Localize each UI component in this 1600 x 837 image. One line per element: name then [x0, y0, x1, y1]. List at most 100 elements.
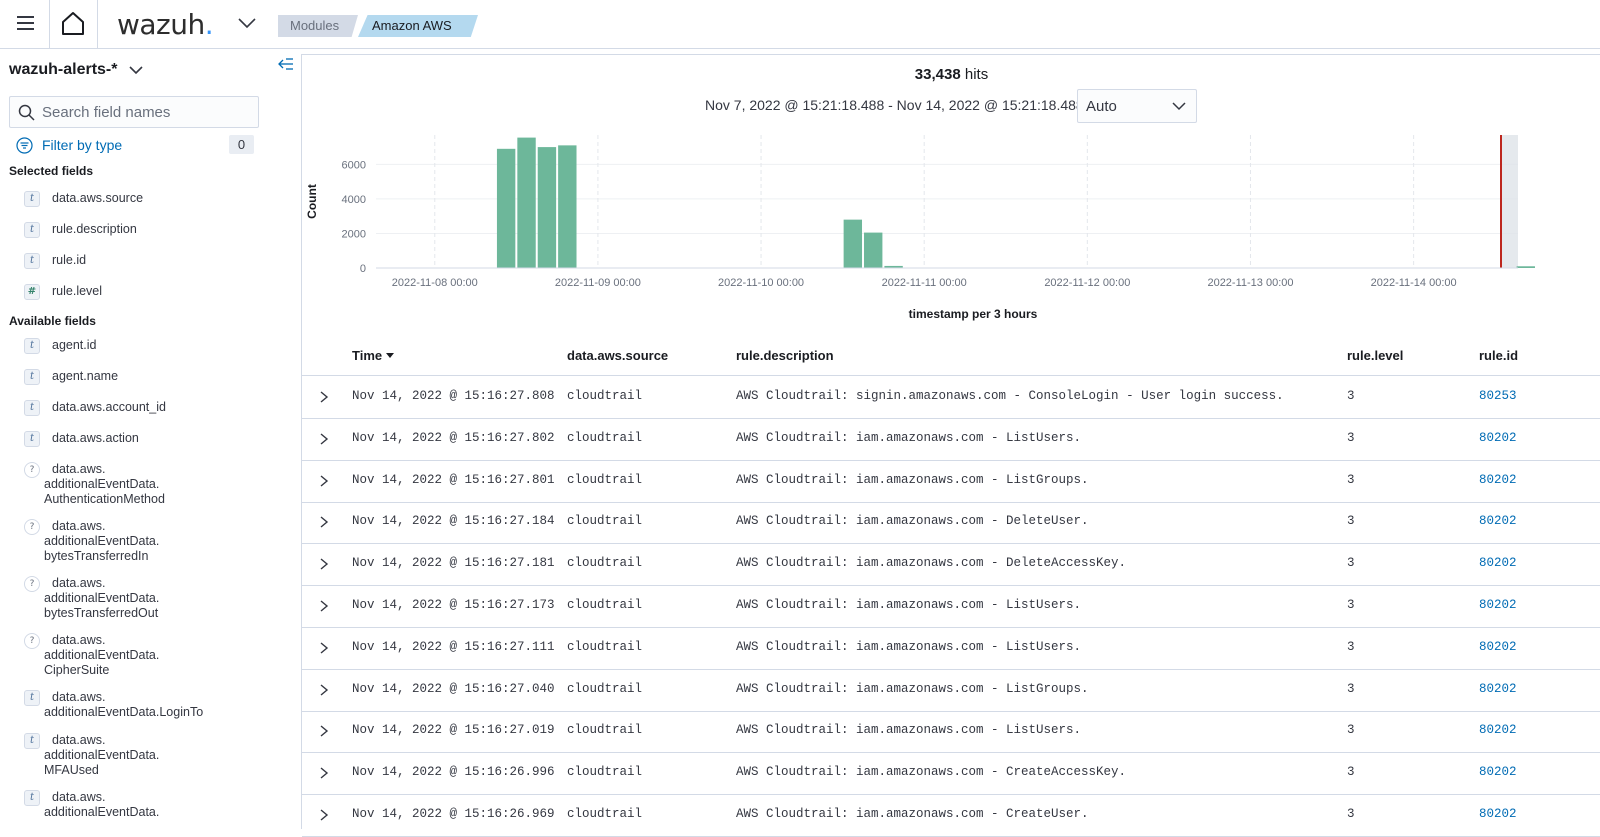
x-tick-label: 2022-11-13 00:00 — [1207, 277, 1293, 289]
cell-time: Nov 14, 2022 @ 15:16:26.969 — [352, 807, 555, 821]
search-field-names-input[interactable] — [42, 101, 252, 123]
field-name-line: MFAUsed — [44, 763, 99, 777]
field-name: data.aws.action — [52, 431, 139, 446]
table-row[interactable]: Nov 14, 2022 @ 15:16:27.111 cloudtrail AWS… — [302, 628, 1600, 670]
table-row[interactable]: Nov 14, 2022 @ 15:16:27.173 cloudtrail AWS… — [302, 586, 1600, 628]
field-name-line: additionalEventData. — [44, 805, 160, 819]
discover-panel: 33,438 hits Nov 7, 2022 @ 15:21:18.488 -… — [301, 54, 1600, 837]
column-header-source[interactable]: data.aws.source — [567, 348, 668, 363]
table-row[interactable]: Nov 14, 2022 @ 15:16:26.969 cloudtrail AWS… — [302, 795, 1600, 837]
cell-source: cloudtrail — [567, 765, 643, 780]
home-icon[interactable] — [60, 10, 86, 36]
field-name-line: data.aws.action — [52, 431, 139, 445]
cell-description: AWS Cloudtrail: iam.amazonaws.com - List… — [736, 681, 1089, 696]
chevron-right-icon[interactable] — [318, 432, 330, 446]
chevron-right-icon[interactable] — [318, 641, 330, 655]
wazuh-logo[interactable]: wazuh. — [117, 8, 214, 41]
cell-source: cloudtrail — [567, 681, 643, 696]
string-type-icon: t — [24, 222, 40, 238]
chevron-right-icon[interactable] — [318, 390, 330, 404]
cell-rule-id-link[interactable]: 80202 — [1479, 431, 1517, 445]
cell-description: AWS Cloudtrail: iam.amazonaws.com - List… — [736, 472, 1089, 487]
breadcrumb-amazon-aws[interactable]: Amazon AWS i — [358, 15, 478, 37]
interval-select[interactable]: Auto — [1077, 89, 1197, 123]
menu-icon[interactable] — [16, 13, 36, 33]
info-icon[interactable]: i — [372, 43, 383, 54]
selected-fields-title: Selected fields — [9, 164, 94, 178]
table-row[interactable]: Nov 14, 2022 @ 15:16:26.996 cloudtrail AWS… — [302, 753, 1600, 796]
cell-rule-id-link[interactable]: 80202 — [1479, 640, 1517, 654]
table-row[interactable]: Nov 14, 2022 @ 15:16:27.040 cloudtrail AWS… — [302, 670, 1600, 712]
filter-count-badge: 0 — [229, 135, 254, 154]
filter-by-type-button[interactable]: Filter by type 0 — [16, 134, 260, 158]
cell-rule-id-link[interactable]: 80202 — [1479, 807, 1517, 821]
string-type-icon: t — [24, 733, 40, 749]
chevron-right-icon[interactable] — [318, 599, 330, 613]
cell-time: Nov 14, 2022 @ 15:16:27.181 — [352, 556, 555, 571]
cell-rule-id-link[interactable]: 80202 — [1479, 514, 1517, 528]
field-name-line: additionalEventData. — [44, 748, 160, 762]
table-row[interactable]: Nov 14, 2022 @ 15:16:27.801 cloudtrail AWS… — [302, 461, 1600, 503]
chevron-right-icon[interactable] — [318, 724, 330, 738]
cell-level: 3 — [1347, 472, 1355, 487]
column-header-description[interactable]: rule.description — [736, 348, 834, 363]
field-sidebar: wazuh-alerts-* Filter by type 0 Selected… — [0, 49, 300, 829]
collapse-sidebar-icon[interactable] — [278, 57, 294, 71]
breadcrumb-modules[interactable]: Modules — [278, 15, 358, 37]
chevron-right-icon[interactable] — [318, 808, 330, 822]
y-tick-label: 4000 — [342, 194, 366, 206]
cell-source: cloudtrail — [567, 807, 643, 821]
field-name-line: data.aws. — [52, 790, 106, 804]
cell-rule-id-link[interactable]: 80202 — [1479, 473, 1517, 487]
cell-source: cloudtrail — [567, 472, 643, 487]
chevron-right-icon[interactable] — [318, 766, 330, 780]
table-row[interactable]: Nov 14, 2022 @ 15:16:27.802 cloudtrail AWS… — [302, 419, 1600, 461]
field-name-line: data.aws.source — [52, 191, 144, 205]
chevron-down-icon[interactable] — [129, 65, 143, 75]
cell-rule-id-link[interactable]: 80202 — [1479, 598, 1517, 612]
interval-value: Auto — [1086, 98, 1117, 115]
histogram-chart: 0 2000 4000 6000 2022-11-08 00:00 2022-11-09 … — [305, 135, 1535, 321]
index-pattern-selector[interactable]: wazuh-alerts-* — [9, 61, 117, 79]
sort-descending-icon[interactable] — [386, 353, 395, 358]
table-row[interactable]: Nov 14, 2022 @ 15:16:27.184 cloudtrail AWS… — [302, 502, 1600, 545]
field-name: agent.name — [52, 369, 118, 384]
cell-description: AWS Cloudtrail: iam.amazonaws.com - Dele… — [736, 556, 1127, 571]
cell-rule-id-link[interactable]: 80202 — [1479, 682, 1517, 696]
cell-rule-id-link[interactable]: 80202 — [1479, 556, 1517, 570]
cell-description: AWS Cloudtrail: iam.amazonaws.com - List… — [736, 723, 1082, 738]
field-name-line: additionalEventData. — [44, 477, 160, 491]
x-tick-label: 2022-11-09 00:00 — [555, 277, 641, 289]
table-row[interactable]: Nov 14, 2022 @ 15:16:27.019 cloudtrail AWS… — [302, 711, 1600, 754]
cell-description: AWS Cloudtrail: iam.amazonaws.com - Crea… — [736, 765, 1127, 780]
cell-rule-id-link[interactable]: 80202 — [1479, 723, 1517, 737]
column-header-level[interactable]: rule.level — [1347, 348, 1403, 363]
header-divider — [49, 0, 50, 49]
field-name: data.aws. additionalEventData. Authenticat… — [44, 462, 165, 507]
chevron-right-icon[interactable] — [318, 474, 330, 488]
cell-level: 3 — [1347, 389, 1355, 403]
column-header-rule-id[interactable]: rule.id — [1479, 348, 1518, 363]
chevron-right-icon[interactable] — [318, 515, 330, 529]
field-search — [9, 96, 259, 128]
column-header-time[interactable]: Time — [352, 348, 395, 363]
field-name-line: data.aws. — [52, 519, 106, 533]
chevron-right-icon[interactable] — [318, 683, 330, 697]
field-name: agent.id — [52, 338, 96, 353]
string-type-icon: t — [24, 369, 40, 385]
table-row[interactable]: Nov 14, 2022 @ 15:16:27.808 cloudtrail AWS… — [302, 377, 1600, 419]
field-name: rule.description — [52, 222, 137, 237]
field-name-line: additionalEventData. — [44, 534, 160, 548]
chevron-down-icon[interactable] — [237, 16, 257, 30]
table-row[interactable]: Nov 14, 2022 @ 15:16:27.181 cloudtrail AWS… — [302, 544, 1600, 587]
cell-rule-id-link[interactable]: 80253 — [1479, 389, 1517, 403]
cell-rule-id-link[interactable]: 80202 — [1479, 765, 1517, 779]
chevron-right-icon[interactable] — [318, 557, 330, 571]
field-name-line: additionalEventData. — [44, 648, 160, 662]
cell-level: 3 — [1347, 681, 1355, 696]
histogram-bar — [537, 147, 557, 268]
cell-level: 3 — [1347, 807, 1355, 821]
field-name-line: data.aws. — [52, 690, 106, 704]
field-name-line: rule.id — [52, 253, 87, 267]
field-name-line: AuthenticationMethod — [44, 492, 165, 506]
